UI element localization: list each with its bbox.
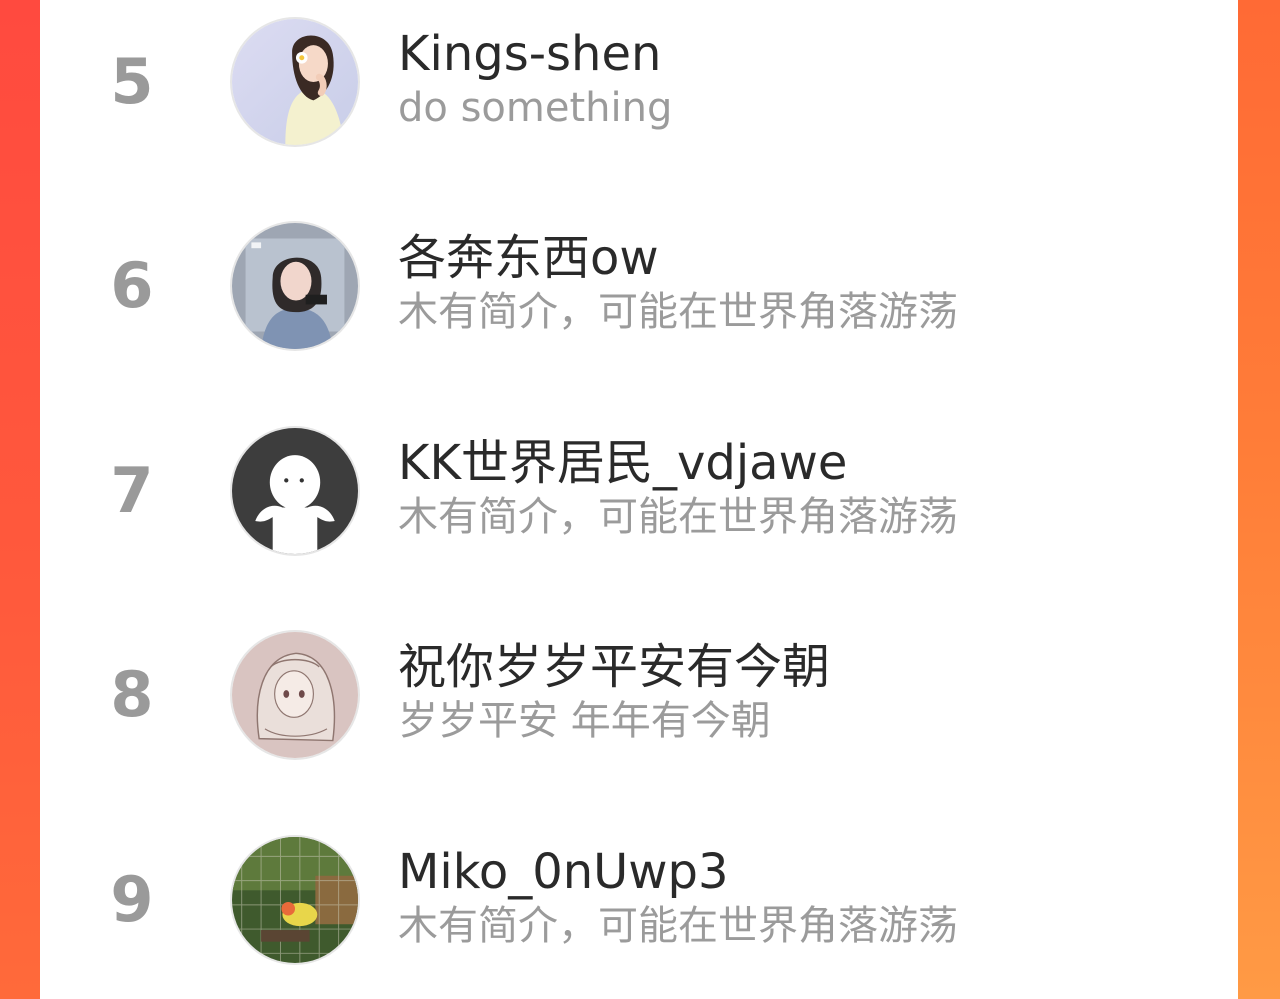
background-edge-right — [1238, 0, 1280, 999]
list-item[interactable]: 9 Miko_0nUwp3 木有简介，可能在世界角落游荡 — [40, 825, 1238, 975]
user-bio: 木有简介，可能在世界角落游荡 — [398, 494, 958, 540]
list-item[interactable]: 8 祝你岁岁平安有今朝 岁岁平安 年年有今朝 — [40, 620, 1238, 770]
rank-number: 5 — [110, 45, 154, 118]
list-item[interactable]: 6 各奔东西ow 木有简介，可能在世界角落游荡 — [40, 211, 1238, 361]
avatar-photo-selfie-icon[interactable] — [230, 221, 360, 351]
user-name[interactable]: 祝你岁岁平安有今朝 — [398, 639, 830, 695]
avatar-illustration-icon[interactable] — [230, 630, 360, 760]
user-name[interactable]: KK世界居民_vdjawe — [398, 435, 847, 491]
user-bio: 木有简介，可能在世界角落游荡 — [398, 903, 958, 949]
avatar-photo-bird-icon[interactable] — [230, 835, 360, 965]
rank-number: 9 — [110, 863, 154, 936]
rank-number: 6 — [110, 249, 154, 322]
avatar-photo-girl-icon[interactable] — [230, 17, 360, 147]
user-name[interactable]: 各奔东西ow — [398, 230, 659, 286]
rank-number: 8 — [110, 658, 154, 731]
default-avatar-icon[interactable] — [230, 426, 360, 556]
ranking-list: 5 Kings-shen do something 6 各奔东西ow 木有简介，… — [40, 0, 1238, 999]
user-name[interactable]: Miko_0nUwp3 — [398, 844, 729, 900]
list-item[interactable]: 5 Kings-shen do something — [40, 7, 1238, 157]
list-item[interactable]: 7 KK世界居民_vdjawe 木有简介，可能在世界角落游荡 — [40, 416, 1238, 566]
user-bio: 岁岁平安 年年有今朝 — [398, 698, 771, 744]
user-bio: do something — [398, 85, 673, 131]
user-name[interactable]: Kings-shen — [398, 26, 661, 82]
rank-number: 7 — [110, 454, 154, 527]
user-bio: 木有简介，可能在世界角落游荡 — [398, 289, 958, 335]
